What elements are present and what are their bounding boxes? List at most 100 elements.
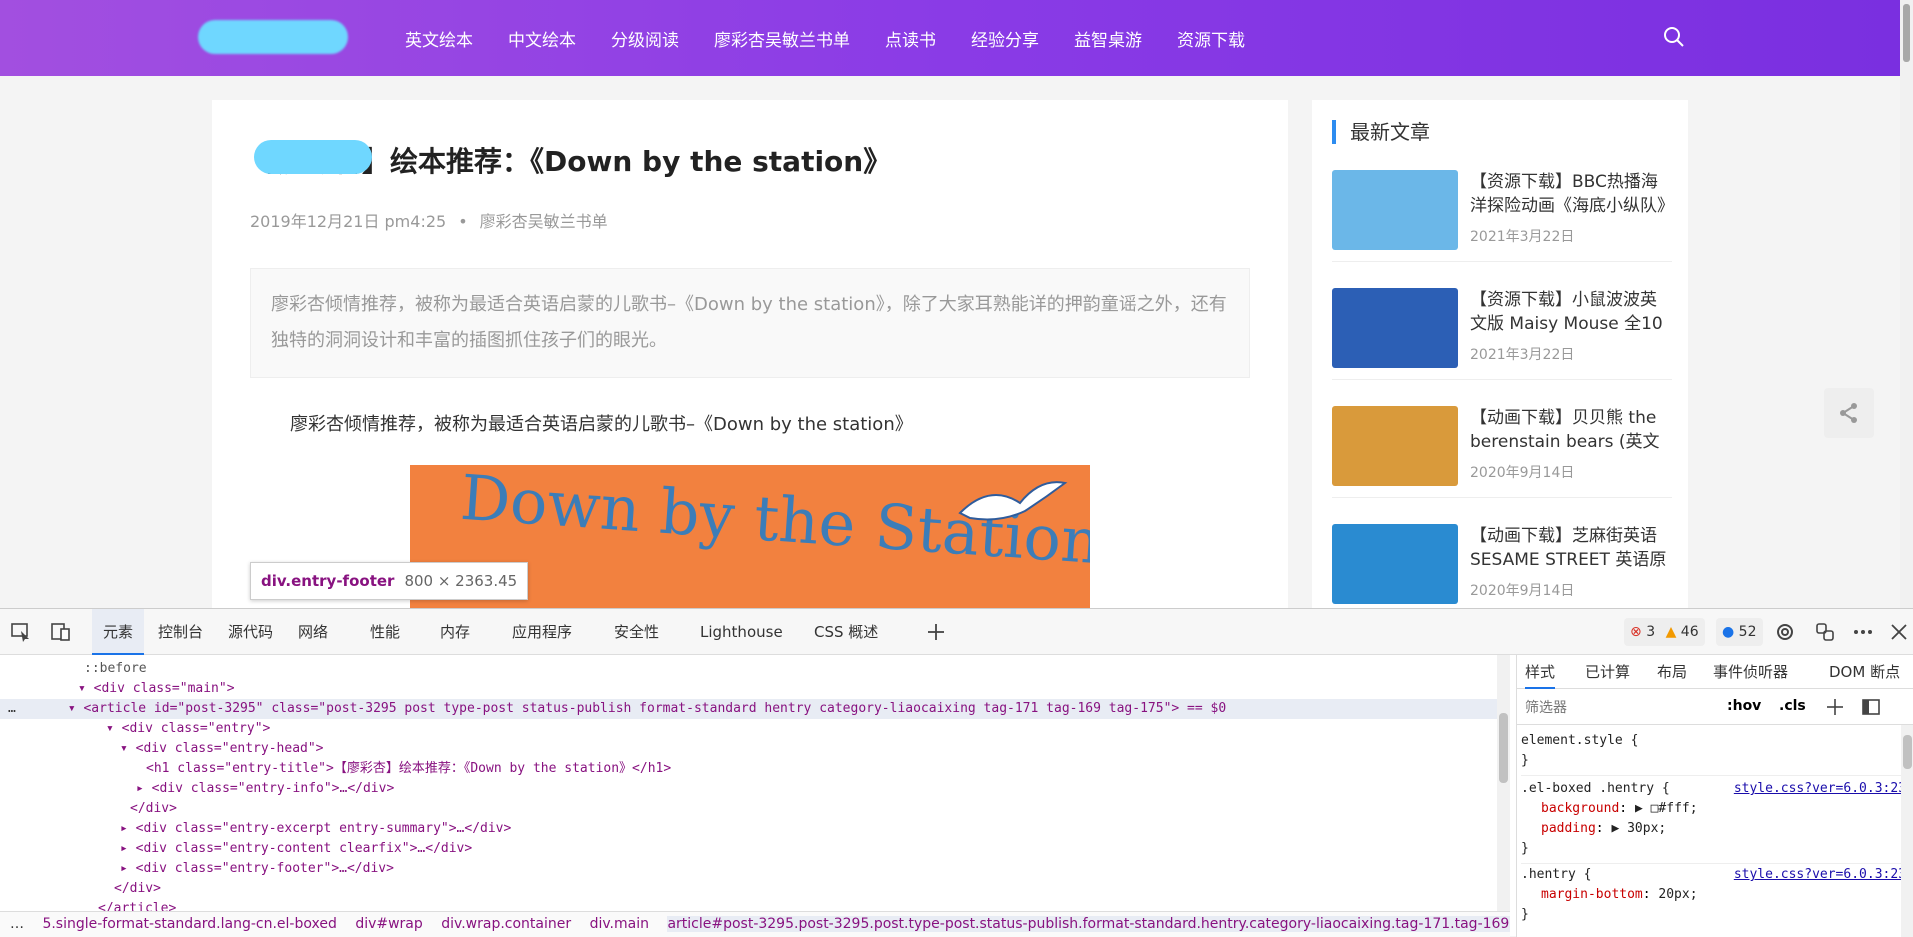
rule-property[interactable]: padding: ▶ 30px; <box>1521 819 1906 839</box>
dom-node-selected[interactable]: … ▾ <article id="post-3295" class="post-3… <box>0 699 1497 719</box>
nav-item-graded-reading[interactable]: 分级阅读 <box>611 26 679 51</box>
breadcrumb-item[interactable]: 5.single-format-standard.lang-cn.el-boxe… <box>42 916 336 932</box>
rule-property[interactable]: background: ▶ □#fff; <box>1521 799 1906 819</box>
message-icon: ● <box>1722 624 1735 640</box>
dom-node[interactable]: ▸ <div class="entry-footer">…</div> <box>120 859 394 879</box>
style-rule[interactable]: element.style { } <box>1521 731 1906 776</box>
tab-sources[interactable]: 源代码 <box>228 609 273 655</box>
page-scrollbar-thumb[interactable] <box>1903 4 1910 62</box>
dom-node-text: <div class="main"> <box>93 681 235 696</box>
tab-layout[interactable]: 布局 <box>1657 655 1687 689</box>
tab-css-overview[interactable]: CSS 概述 <box>814 609 878 655</box>
nav-item-chinese-books[interactable]: 中文绘本 <box>508 26 576 51</box>
page-scrollbar[interactable] <box>1900 0 1913 608</box>
post-thumbnail[interactable] <box>1332 406 1458 486</box>
collapsed-triangle-icon[interactable]: ▸ <box>120 861 128 876</box>
dom-scrollbar[interactable] <box>1497 655 1510 911</box>
search-icon[interactable] <box>1663 26 1685 48</box>
nav-item-downloads[interactable]: 资源下载 <box>1177 26 1245 51</box>
post-title[interactable]: 【资源下载】BBC热播海洋探险动画《海底小纵队》 <box>1470 170 1670 218</box>
sidebar-post[interactable]: 【动画下载】贝贝熊 the berenstain bears (英文版) 202… <box>1332 398 1672 498</box>
toggle-sidebar-icon[interactable] <box>1861 697 1881 717</box>
property-value: ▶ 30px; <box>1611 821 1667 836</box>
dom-node[interactable]: ▸ <div class="entry-content clearfix">…<… <box>120 839 472 859</box>
add-rule-icon[interactable] <box>1825 697 1845 717</box>
messages-badge[interactable]: ● 52 <box>1716 618 1763 646</box>
collapsed-triangle-icon[interactable]: ▸ <box>136 781 144 796</box>
tab-computed[interactable]: 已计算 <box>1585 655 1630 689</box>
close-icon[interactable] <box>1888 621 1910 643</box>
nav-item-reading-pen[interactable]: 点读书 <box>885 26 936 51</box>
style-rule[interactable]: .el-boxed .hentry { style.css?ver=6.0.3:… <box>1521 779 1906 864</box>
styles-scrollbar-thumb[interactable] <box>1903 735 1912 769</box>
dom-node[interactable]: </div> <box>114 879 161 899</box>
breadcrumb-more[interactable]: … <box>10 916 24 932</box>
dom-tree[interactable]: ::before ▾ <div class="main"> … ▾ <articl… <box>0 655 1497 911</box>
dom-node[interactable]: <h1 class="entry-title">【廖彩杏】绘本推荐：《Down … <box>146 759 671 779</box>
tab-lighthouse[interactable]: Lighthouse <box>700 609 783 655</box>
class-toggle[interactable]: .cls <box>1779 698 1806 714</box>
nav-item-english-books[interactable]: 英文绘本 <box>405 26 473 51</box>
tab-performance[interactable]: 性能 <box>370 609 400 655</box>
collapsed-triangle-icon[interactable]: ▸ <box>120 841 128 856</box>
post-title[interactable]: 【资源下载】小鼠波波英文版 Maisy Mouse 全10季 <box>1470 288 1670 336</box>
expand-triangle-icon[interactable]: ▾ <box>120 741 128 756</box>
rule-source-link[interactable]: style.css?ver=6.0.3:23 <box>1734 779 1906 799</box>
dom-node-text: <div class="entry-content clearfix">…</d… <box>135 841 473 856</box>
dom-node[interactable]: </article> <box>98 899 176 911</box>
sidebar-post[interactable]: 【资源下载】BBC热播海洋探险动画《海底小纵队》 2021年3月22日 <box>1332 162 1672 262</box>
expand-triangle-icon[interactable]: ▾ <box>106 721 114 736</box>
style-rule[interactable]: .hentry { style.css?ver=6.0.3:23 margin-… <box>1521 865 1906 929</box>
dom-node[interactable]: ::before <box>84 659 147 679</box>
styles-filter-input[interactable] <box>1525 695 1715 719</box>
nav-item-experience[interactable]: 经验分享 <box>971 26 1039 51</box>
tab-security[interactable]: 安全性 <box>614 609 659 655</box>
more-icon: … <box>8 701 16 716</box>
collapsed-triangle-icon[interactable]: ▸ <box>120 821 128 836</box>
breadcrumb-item[interactable]: div.wrap.container <box>441 916 571 932</box>
post-title[interactable]: 【动画下载】贝贝熊 the berenstain bears (英文版) <box>1470 406 1670 454</box>
breadcrumb-item[interactable]: div.main <box>590 916 649 932</box>
dom-node[interactable]: ▸ <div class="entry-excerpt entry-summar… <box>120 819 511 839</box>
sidebar-post[interactable]: 【资源下载】小鼠波波英文版 Maisy Mouse 全10季 2021年3月22… <box>1332 280 1672 380</box>
dom-node[interactable]: ▾ <div class="entry-head"> <box>120 739 324 759</box>
breadcrumb-item-active[interactable]: article#post-3295.post-3295.post.type-po… <box>667 916 1510 932</box>
tab-application[interactable]: 应用程序 <box>512 609 572 655</box>
nav-item-board-games[interactable]: 益智桌游 <box>1074 26 1142 51</box>
share-button[interactable] <box>1824 388 1874 438</box>
connect-icon[interactable] <box>1814 621 1836 643</box>
inspect-element-icon[interactable] <box>10 621 32 643</box>
post-title[interactable]: 【动画下载】芝麻街英语 SESAME STREET 英语原版 <box>1470 524 1670 572</box>
dom-node[interactable]: ▸ <div class="entry-info">…</div> <box>136 779 394 799</box>
rule-property[interactable]: margin-bottom: 20px; <box>1521 885 1906 905</box>
issues-badge[interactable]: ⊗ 3 ▲ 46 <box>1624 618 1705 646</box>
nav-item-booklist[interactable]: 廖彩杏吴敏兰书单 <box>714 26 850 51</box>
post-thumbnail[interactable] <box>1332 524 1458 604</box>
styles-scrollbar[interactable] <box>1901 725 1913 937</box>
entry-category-link[interactable]: 廖彩杏吴敏兰书单 <box>480 212 608 231</box>
post-thumbnail[interactable] <box>1332 170 1458 250</box>
tab-event-listeners[interactable]: 事件侦听器 <box>1713 655 1788 689</box>
hover-state-toggle[interactable]: :hov <box>1727 698 1761 714</box>
settings-gear-icon[interactable] <box>1774 621 1796 643</box>
more-options-icon[interactable] <box>1852 621 1874 643</box>
dom-scrollbar-thumb[interactable] <box>1499 713 1508 783</box>
tab-elements[interactable]: 元素 <box>92 609 144 655</box>
site-logo[interactable] <box>198 20 348 54</box>
sidebar-post[interactable]: 【动画下载】芝麻街英语 SESAME STREET 英语原版 2020年9月14… <box>1332 516 1672 608</box>
expand-triangle-icon[interactable]: ▾ <box>16 701 76 716</box>
dom-node[interactable]: </div> <box>130 799 177 819</box>
tab-memory[interactable]: 内存 <box>440 609 470 655</box>
post-thumbnail[interactable] <box>1332 288 1458 368</box>
device-toolbar-icon[interactable] <box>50 621 72 643</box>
tab-styles[interactable]: 样式 <box>1525 655 1556 689</box>
tab-network[interactable]: 网络 <box>298 609 328 655</box>
tab-console[interactable]: 控制台 <box>158 609 203 655</box>
expand-triangle-icon[interactable]: ▾ <box>78 681 86 696</box>
add-tab-icon[interactable] <box>925 621 947 643</box>
rule-source-link[interactable]: style.css?ver=6.0.3:23 <box>1734 865 1906 885</box>
tab-dom-breakpoints[interactable]: DOM 断点 <box>1829 655 1900 689</box>
breadcrumb-item[interactable]: div#wrap <box>355 916 422 932</box>
dom-node[interactable]: ▾ <div class="main"> <box>78 679 235 699</box>
dom-node[interactable]: ▾ <div class="entry"> <box>106 719 270 739</box>
